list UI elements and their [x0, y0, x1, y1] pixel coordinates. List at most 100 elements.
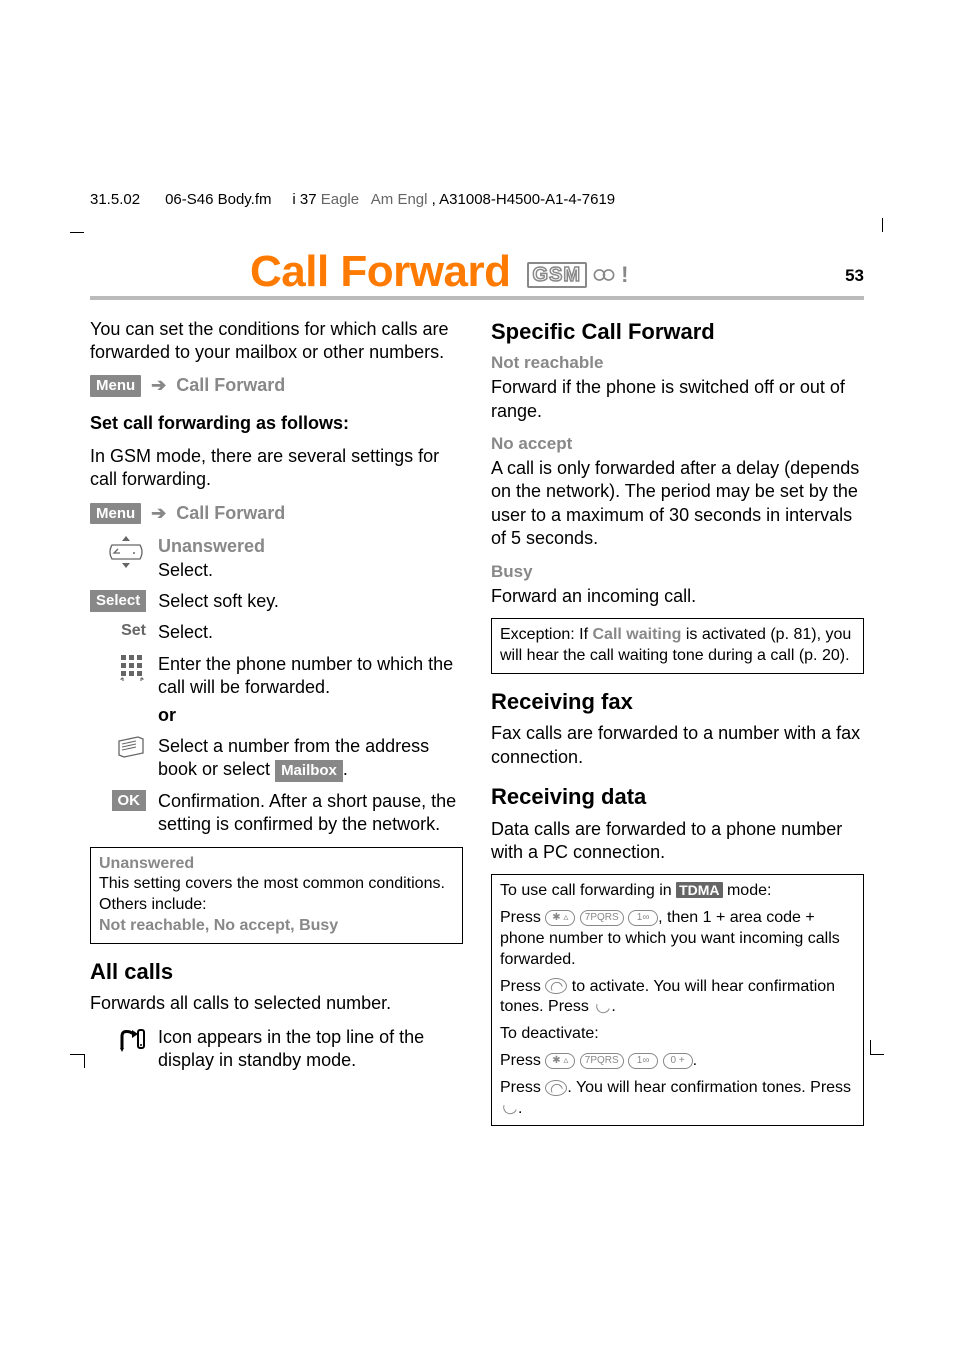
infobox-body: This setting covers the most common cond…: [99, 874, 454, 916]
end-key-icon: [500, 1101, 518, 1115]
ok-softkey: OK: [112, 790, 147, 812]
not-reachable-body: Forward if the phone is switched off or …: [491, 376, 864, 423]
key-7: 7PQRS: [580, 1053, 624, 1069]
not-reachable-label: Not reachable: [491, 352, 864, 374]
header-product: Eagle: [321, 191, 359, 208]
key-star: ✱ ▵: [545, 1053, 575, 1069]
all-calls-icon-note: Icon appears in the top line of the disp…: [158, 1026, 463, 1073]
set-action: Select.: [158, 621, 463, 644]
infobox-title: Unanswered: [99, 854, 454, 875]
busy-label: Busy: [491, 561, 864, 583]
step-set: Set Select.: [90, 621, 463, 644]
book-action-post: .: [343, 759, 348, 779]
menu-target: Call Forward: [176, 502, 285, 525]
step-ok: OK Confirmation. After a short pause, th…: [90, 790, 463, 837]
menu-path-1: Menu ➔ Call Forward: [90, 374, 463, 397]
header-file: 06-S46 Body.fm: [165, 191, 271, 208]
crop-tick: [70, 232, 84, 233]
unanswered-info-box: Unanswered This setting covers the most …: [90, 847, 463, 944]
settings-icon: !: [621, 261, 628, 290]
infobox-conditions: Not reachable, No accept, Busy: [99, 916, 454, 937]
header-docno: A31008-H4500-A1-4-7619: [439, 191, 615, 208]
key-1: 1∞: [628, 1053, 658, 1069]
crop-tick: [870, 1040, 871, 1054]
arrow-icon: ➔: [147, 502, 170, 525]
gsm-badge: GSM: [527, 262, 588, 288]
crop-tick: [70, 1054, 84, 1055]
title-bar: Call Forward GSM ! 53: [90, 250, 864, 300]
select-action: Select soft key.: [158, 590, 463, 613]
confirm-mid: . You will hear confirmation tones. Pres…: [567, 1079, 851, 1096]
set-heading: Set call forwarding as follows:: [90, 412, 463, 435]
right-column: Specific Call Forward Not reachable Forw…: [491, 318, 864, 1137]
exception-pre: Exception: If: [500, 626, 593, 643]
fax-heading: Receiving fax: [491, 688, 864, 717]
key-1: 1∞: [628, 910, 658, 926]
all-calls-icon-row: Icon appears in the top line of the disp…: [90, 1026, 463, 1073]
tdma-line1-post: mode:: [723, 882, 772, 899]
header-seq: i 37: [292, 191, 316, 208]
or-label: or: [158, 704, 463, 727]
call-waiting-exception-box: Exception: If Call waiting is activated …: [491, 618, 864, 674]
select-softkey: Select: [90, 590, 146, 612]
title-badges: GSM !: [527, 261, 629, 290]
left-column: You can set the conditions for which cal…: [90, 318, 463, 1137]
no-accept-body: A call is only forwarded after a delay (…: [491, 457, 864, 551]
keypad-icon: [118, 653, 146, 683]
exception-bold: Call waiting: [593, 626, 682, 643]
page-title: Call Forward: [250, 250, 511, 296]
nav-key-icon: [106, 535, 146, 569]
press-label: Press: [500, 909, 545, 926]
mailbox-chip: Mailbox: [275, 760, 343, 782]
header-lang: Am Engl: [371, 191, 428, 208]
keypad-action: Enter the phone number to which the call…: [158, 654, 453, 697]
step-select: Select Select soft key.: [90, 590, 463, 613]
all-calls-heading: All calls: [90, 958, 463, 987]
period: .: [518, 1100, 522, 1117]
header-date: 31.5.02: [90, 191, 140, 208]
ok-action: Confirmation. After a short pause, the s…: [158, 790, 463, 837]
period: .: [693, 1052, 697, 1069]
crop-tick: [84, 1054, 85, 1068]
menu-key: Menu: [90, 375, 141, 397]
send-key-icon: [545, 1080, 567, 1096]
menu-key: Menu: [90, 503, 141, 525]
send-key-icon: [545, 978, 567, 994]
addressbook-icon: [116, 735, 146, 759]
data-body: Data calls are forwarded to a phone numb…: [491, 818, 864, 865]
gsm-intro: In GSM mode, there are several settings …: [90, 445, 463, 492]
key-7: 7PQRS: [580, 910, 624, 926]
manual-page: 31.5.02 06-S46 Body.fm i 37 Eagle Am Eng…: [0, 0, 954, 1351]
menu-target: Call Forward: [176, 374, 285, 397]
tdma-line1-pre: To use call forwarding in: [500, 882, 676, 899]
intro-text: You can set the conditions for which cal…: [90, 318, 463, 365]
step-keypad: Enter the phone number to which the call…: [90, 653, 463, 727]
set-softkey: Set: [121, 621, 146, 642]
key-star: ✱ ▵: [545, 910, 575, 926]
press-label-2: Press: [500, 1052, 545, 1069]
deactivate-label: To deactivate:: [500, 1024, 855, 1045]
confirm-pre: Press: [500, 1079, 545, 1096]
end-key-icon: [593, 1000, 611, 1014]
tdma-box: To use call forwarding in TDMA mode: Pre…: [491, 874, 864, 1126]
crop-tick: [882, 218, 883, 232]
call-forward-indicator-icon: [118, 1026, 146, 1052]
arrow-icon: ➔: [147, 374, 170, 397]
all-calls-body: Forwards all calls to selected number.: [90, 992, 463, 1015]
data-heading: Receiving data: [491, 783, 864, 812]
divert-icon: [593, 264, 615, 286]
crop-tick: [870, 1054, 884, 1055]
fax-body: Fax calls are forwarded to a number with…: [491, 722, 864, 769]
page-number: 53: [845, 265, 864, 295]
step-nav: Unanswered Select.: [90, 535, 463, 582]
period: .: [611, 998, 615, 1015]
menu-path-2: Menu ➔ Call Forward: [90, 502, 463, 525]
no-accept-label: No accept: [491, 433, 864, 455]
nav-label: Unanswered: [158, 535, 463, 558]
busy-body: Forward an incoming call.: [491, 585, 864, 608]
specific-heading: Specific Call Forward: [491, 318, 864, 347]
key-0: 0 +: [663, 1053, 693, 1069]
activate-pre: Press: [500, 978, 545, 995]
tdma-badge: TDMA: [676, 882, 722, 898]
content-columns: You can set the conditions for which cal…: [90, 318, 864, 1137]
